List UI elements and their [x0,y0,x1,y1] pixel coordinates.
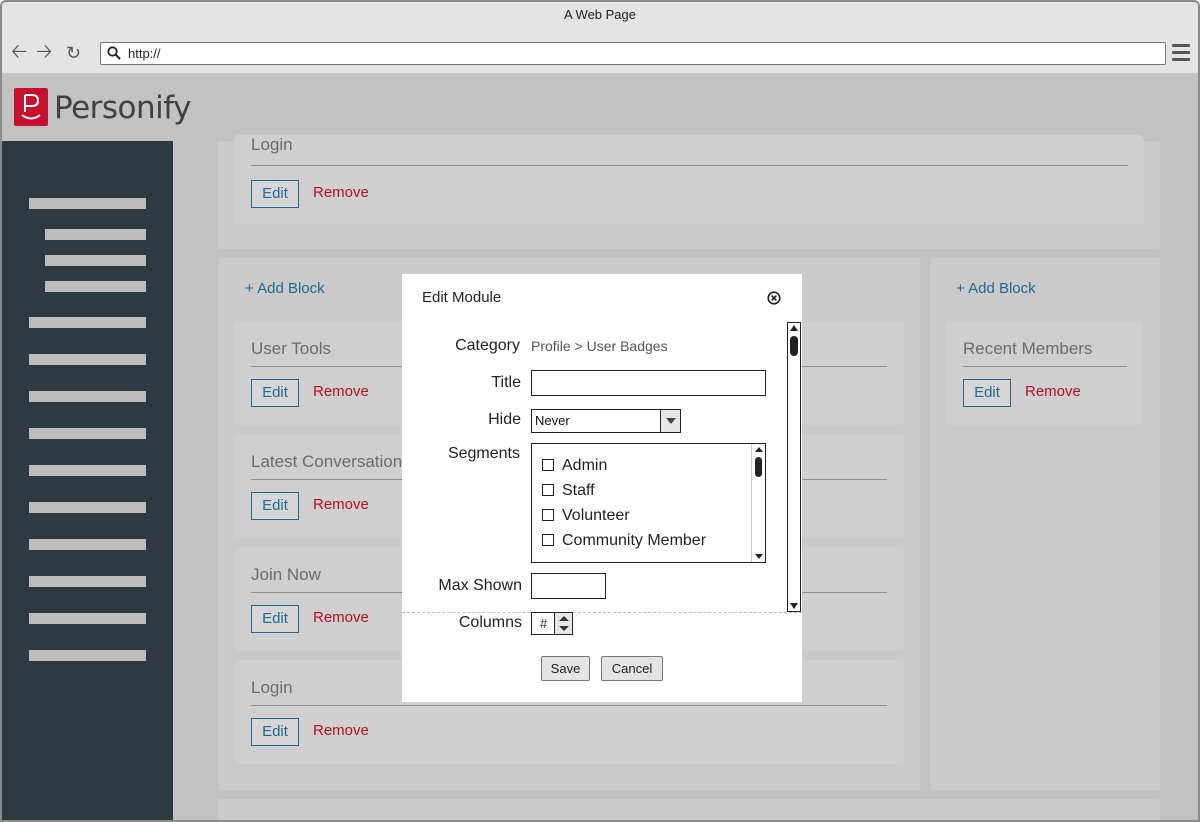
checkbox[interactable] [542,484,554,496]
remove-button[interactable]: Remove [1025,383,1081,400]
personify-logo-mark [14,88,48,126]
max-shown-input[interactable] [531,573,606,599]
sidebar-item[interactable] [29,502,146,513]
segment-option[interactable]: Admin [542,457,607,475]
hide-select[interactable]: Never [531,409,681,433]
card-title: Recent Members [963,339,1093,358]
browser-toolbar: 🡠 🡢 ↻ http:// [2,32,1198,74]
edit-module-dialog: Edit Module Category Profile > User Badg… [402,274,802,702]
category-value: Profile > User Badges [531,338,668,354]
listbox-scrollbar[interactable] [751,444,765,562]
checkbox[interactable] [542,509,554,521]
edit-button[interactable]: Edit [251,605,299,633]
hide-select-value: Never [535,413,570,428]
remove-button[interactable]: Remove [313,496,369,513]
dialog-scrollbar[interactable] [787,322,801,612]
checkbox[interactable] [542,534,554,546]
divider [251,165,1128,166]
edit-button[interactable]: Edit [251,492,299,520]
logo-wordmark: Personify [54,90,192,126]
address-bar[interactable]: http:// [100,42,1166,65]
sidebar-subitem[interactable] [45,229,146,240]
category-label: Category [455,337,520,354]
sidebar-item[interactable] [29,613,146,624]
divider [251,705,887,706]
fold-divider [402,612,802,613]
checkbox[interactable] [542,459,554,471]
card-title: Join Now [251,565,321,584]
top-panel: Login Edit Remove [218,135,1160,249]
add-block-link[interactable]: + Add Block [245,280,325,297]
scroll-up-icon[interactable] [755,447,763,452]
forward-arrow-icon[interactable]: 🡢 [36,42,52,62]
decrement-icon[interactable] [559,626,569,631]
scroll-thumb[interactable] [755,457,762,477]
scroll-thumb[interactable] [790,336,798,356]
edit-button[interactable]: Edit [251,379,299,407]
sidebar-item[interactable] [29,198,146,209]
max-shown-label: Max Shown [438,577,522,594]
title-input[interactable] [531,370,766,396]
card-title: Login [251,135,293,154]
sidebar-item[interactable] [29,576,146,587]
hamburger-menu-icon[interactable] [1172,44,1190,62]
title-label: Title [491,374,521,391]
app-header: Personify [2,74,1198,141]
chevron-down-icon [660,410,680,432]
back-arrow-icon[interactable]: 🡠 [11,42,27,62]
stepper-buttons[interactable] [554,613,572,634]
browser-window: A Web Page 🡠 🡢 ↻ http:// Personify Login… [0,0,1200,822]
sidebar-item[interactable] [29,317,146,328]
divider [963,366,1127,367]
remove-button[interactable]: Remove [313,609,369,626]
url-text: http:// [128,46,161,61]
window-title: A Web Page [2,2,1198,32]
card-title: User Tools [251,339,331,358]
edit-button[interactable]: Edit [963,379,1011,407]
remove-button[interactable]: Remove [313,184,369,201]
sidebar-item[interactable] [29,354,146,365]
segments-listbox[interactable]: Admin Staff Volunteer Community Member [531,443,766,563]
add-block-link[interactable]: + Add Block [956,280,1036,297]
edit-button[interactable]: Edit [251,180,299,208]
card-title: Latest Conversation [251,452,403,471]
search-icon [107,46,121,60]
right-column-panel: + Add Block Recent Members Edit Remove [930,258,1160,790]
dialog-title: Edit Module [422,289,502,306]
hide-label: Hide [488,411,521,428]
remove-button[interactable]: Remove [313,722,369,739]
sidebar-item[interactable] [29,650,146,661]
segment-option[interactable]: Community Member [542,532,706,550]
segments-label: Segments [447,445,520,462]
module-card: Recent Members Edit Remove [946,321,1143,425]
scroll-up-icon[interactable] [790,325,798,331]
bottom-panel [218,799,1160,820]
module-card: Login Edit Remove [234,135,1144,224]
columns-stepper[interactable]: # [531,612,573,635]
columns-value: # [540,616,548,631]
scroll-down-icon[interactable] [755,554,763,559]
sidebar-item[interactable] [29,539,146,550]
sidebar-item[interactable] [29,465,146,476]
cancel-button[interactable]: Cancel [601,656,663,681]
increment-icon[interactable] [559,616,569,621]
sidebar-subitem[interactable] [45,281,146,292]
edit-button[interactable]: Edit [251,718,299,746]
segment-option[interactable]: Staff [542,482,595,500]
card-title: Login [251,678,293,697]
sidebar-subitem[interactable] [45,255,146,266]
close-icon[interactable] [767,291,781,305]
scroll-down-icon[interactable] [790,603,798,609]
sidebar-item[interactable] [29,391,146,402]
remove-button[interactable]: Remove [313,383,369,400]
reload-icon[interactable]: ↻ [66,43,81,63]
logo-icon [21,94,41,120]
segment-option[interactable]: Volunteer [542,507,630,525]
sidebar-item[interactable] [29,428,146,439]
columns-label: Columns [458,614,522,631]
sidebar [2,141,173,820]
save-button[interactable]: Save [541,656,590,681]
